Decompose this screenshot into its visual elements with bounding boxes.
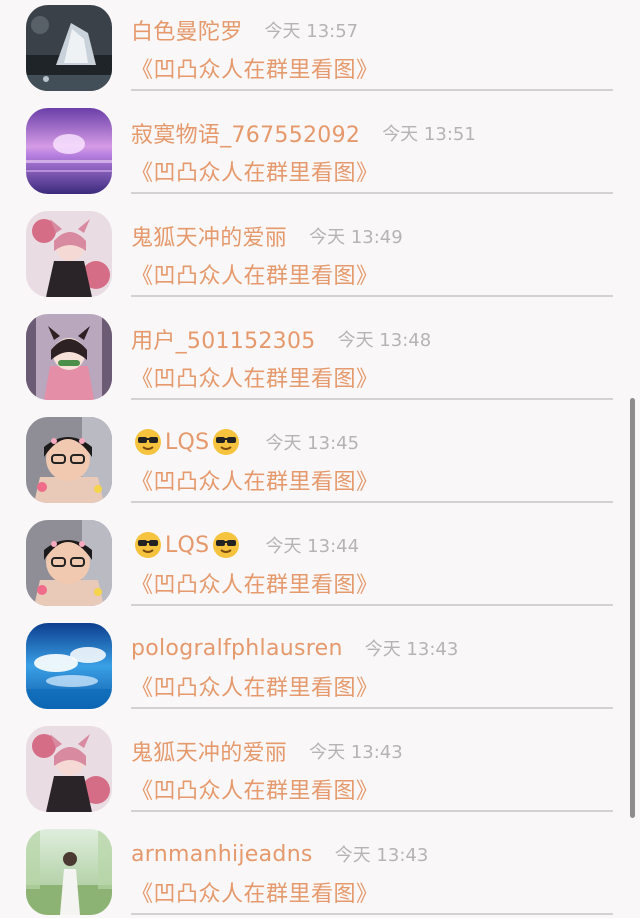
message-preview: 《凹凸众人在群里看图》 bbox=[131, 161, 379, 186]
sender-name: 用户_501152305 bbox=[131, 329, 316, 354]
list-item[interactable]: 用户_501152305 今天 13:48 《凹凸众人在群里看图》 bbox=[0, 297, 640, 400]
sender-name: 鬼狐天冲的爱丽 bbox=[131, 741, 288, 766]
avatar[interactable] bbox=[26, 829, 112, 915]
timestamp: 今天 13:44 bbox=[265, 536, 360, 557]
avatar[interactable] bbox=[26, 726, 112, 812]
sender-name: LQS bbox=[131, 428, 243, 456]
sunglasses-face-icon bbox=[213, 429, 240, 455]
sender-name: 寂寞物语_767552092 bbox=[131, 123, 361, 148]
avatar[interactable] bbox=[26, 108, 112, 194]
sender-name: pologralfphlausren bbox=[131, 635, 343, 661]
sunglasses-face-icon bbox=[213, 532, 240, 558]
message-preview: 《凹凸众人在群里看图》 bbox=[131, 779, 379, 804]
sender-name: 白色曼陀罗 bbox=[131, 20, 243, 45]
sender-name-text: LQS bbox=[165, 429, 210, 455]
list-item[interactable]: 鬼狐天冲的爱丽 今天 13:43 《凹凸众人在群里看图》 bbox=[0, 709, 640, 812]
divider bbox=[131, 913, 613, 915]
avatar[interactable] bbox=[26, 314, 112, 400]
sender-name: 鬼狐天冲的爱丽 bbox=[131, 226, 288, 251]
timestamp: 今天 13:57 bbox=[264, 21, 359, 42]
message-preview: 《凹凸众人在群里看图》 bbox=[131, 58, 379, 83]
timestamp: 今天 13:51 bbox=[382, 124, 476, 145]
sunglasses-face-icon bbox=[135, 429, 161, 455]
message-preview: 《凹凸众人在群里看图》 bbox=[131, 573, 379, 598]
sender-name: arnmanhijeadns bbox=[131, 841, 313, 867]
sender-name: LQS bbox=[131, 531, 243, 559]
timestamp: 今天 13:48 bbox=[337, 330, 432, 351]
avatar[interactable] bbox=[26, 417, 112, 503]
timestamp: 今天 13:43 bbox=[334, 845, 429, 866]
message-list: 白色曼陀罗 今天 13:57 《凹凸众人在群里看图》 寂寞物语_76755209… bbox=[0, 0, 640, 915]
avatar[interactable] bbox=[26, 520, 112, 606]
message-preview: 《凹凸众人在群里看图》 bbox=[131, 264, 379, 289]
list-item[interactable]: arnmanhijeadns 今天 13:43 《凹凸众人在群里看图》 bbox=[0, 812, 640, 915]
message-preview: 《凹凸众人在群里看图》 bbox=[131, 882, 379, 907]
timestamp: 今天 13:49 bbox=[309, 227, 403, 248]
timestamp: 今天 13:43 bbox=[309, 742, 403, 763]
scrollbar[interactable] bbox=[630, 398, 635, 818]
list-item[interactable]: pologralfphlausren 今天 13:43 《凹凸众人在群里看图》 bbox=[0, 606, 640, 709]
sender-name-text: LQS bbox=[165, 532, 210, 558]
avatar[interactable] bbox=[26, 623, 112, 709]
timestamp: 今天 13:45 bbox=[265, 433, 360, 454]
list-item[interactable]: LQS 今天 13:45 《凹凸众人在群里看图》 bbox=[0, 400, 640, 503]
message-preview: 《凹凸众人在群里看图》 bbox=[131, 470, 379, 495]
list-item[interactable]: 白色曼陀罗 今天 13:57 《凹凸众人在群里看图》 bbox=[0, 0, 640, 91]
list-item[interactable]: 鬼狐天冲的爱丽 今天 13:49 《凹凸众人在群里看图》 bbox=[0, 194, 640, 297]
message-preview: 《凹凸众人在群里看图》 bbox=[131, 367, 379, 392]
avatar[interactable] bbox=[26, 211, 112, 297]
sunglasses-face-icon bbox=[135, 532, 161, 558]
list-item[interactable]: 寂寞物语_767552092 今天 13:51 《凹凸众人在群里看图》 bbox=[0, 91, 640, 194]
avatar[interactable] bbox=[26, 5, 112, 91]
message-preview: 《凹凸众人在群里看图》 bbox=[131, 676, 379, 701]
timestamp: 今天 13:43 bbox=[364, 639, 459, 660]
list-item[interactable]: LQS 今天 13:44 《凹凸众人在群里看图》 bbox=[0, 503, 640, 606]
